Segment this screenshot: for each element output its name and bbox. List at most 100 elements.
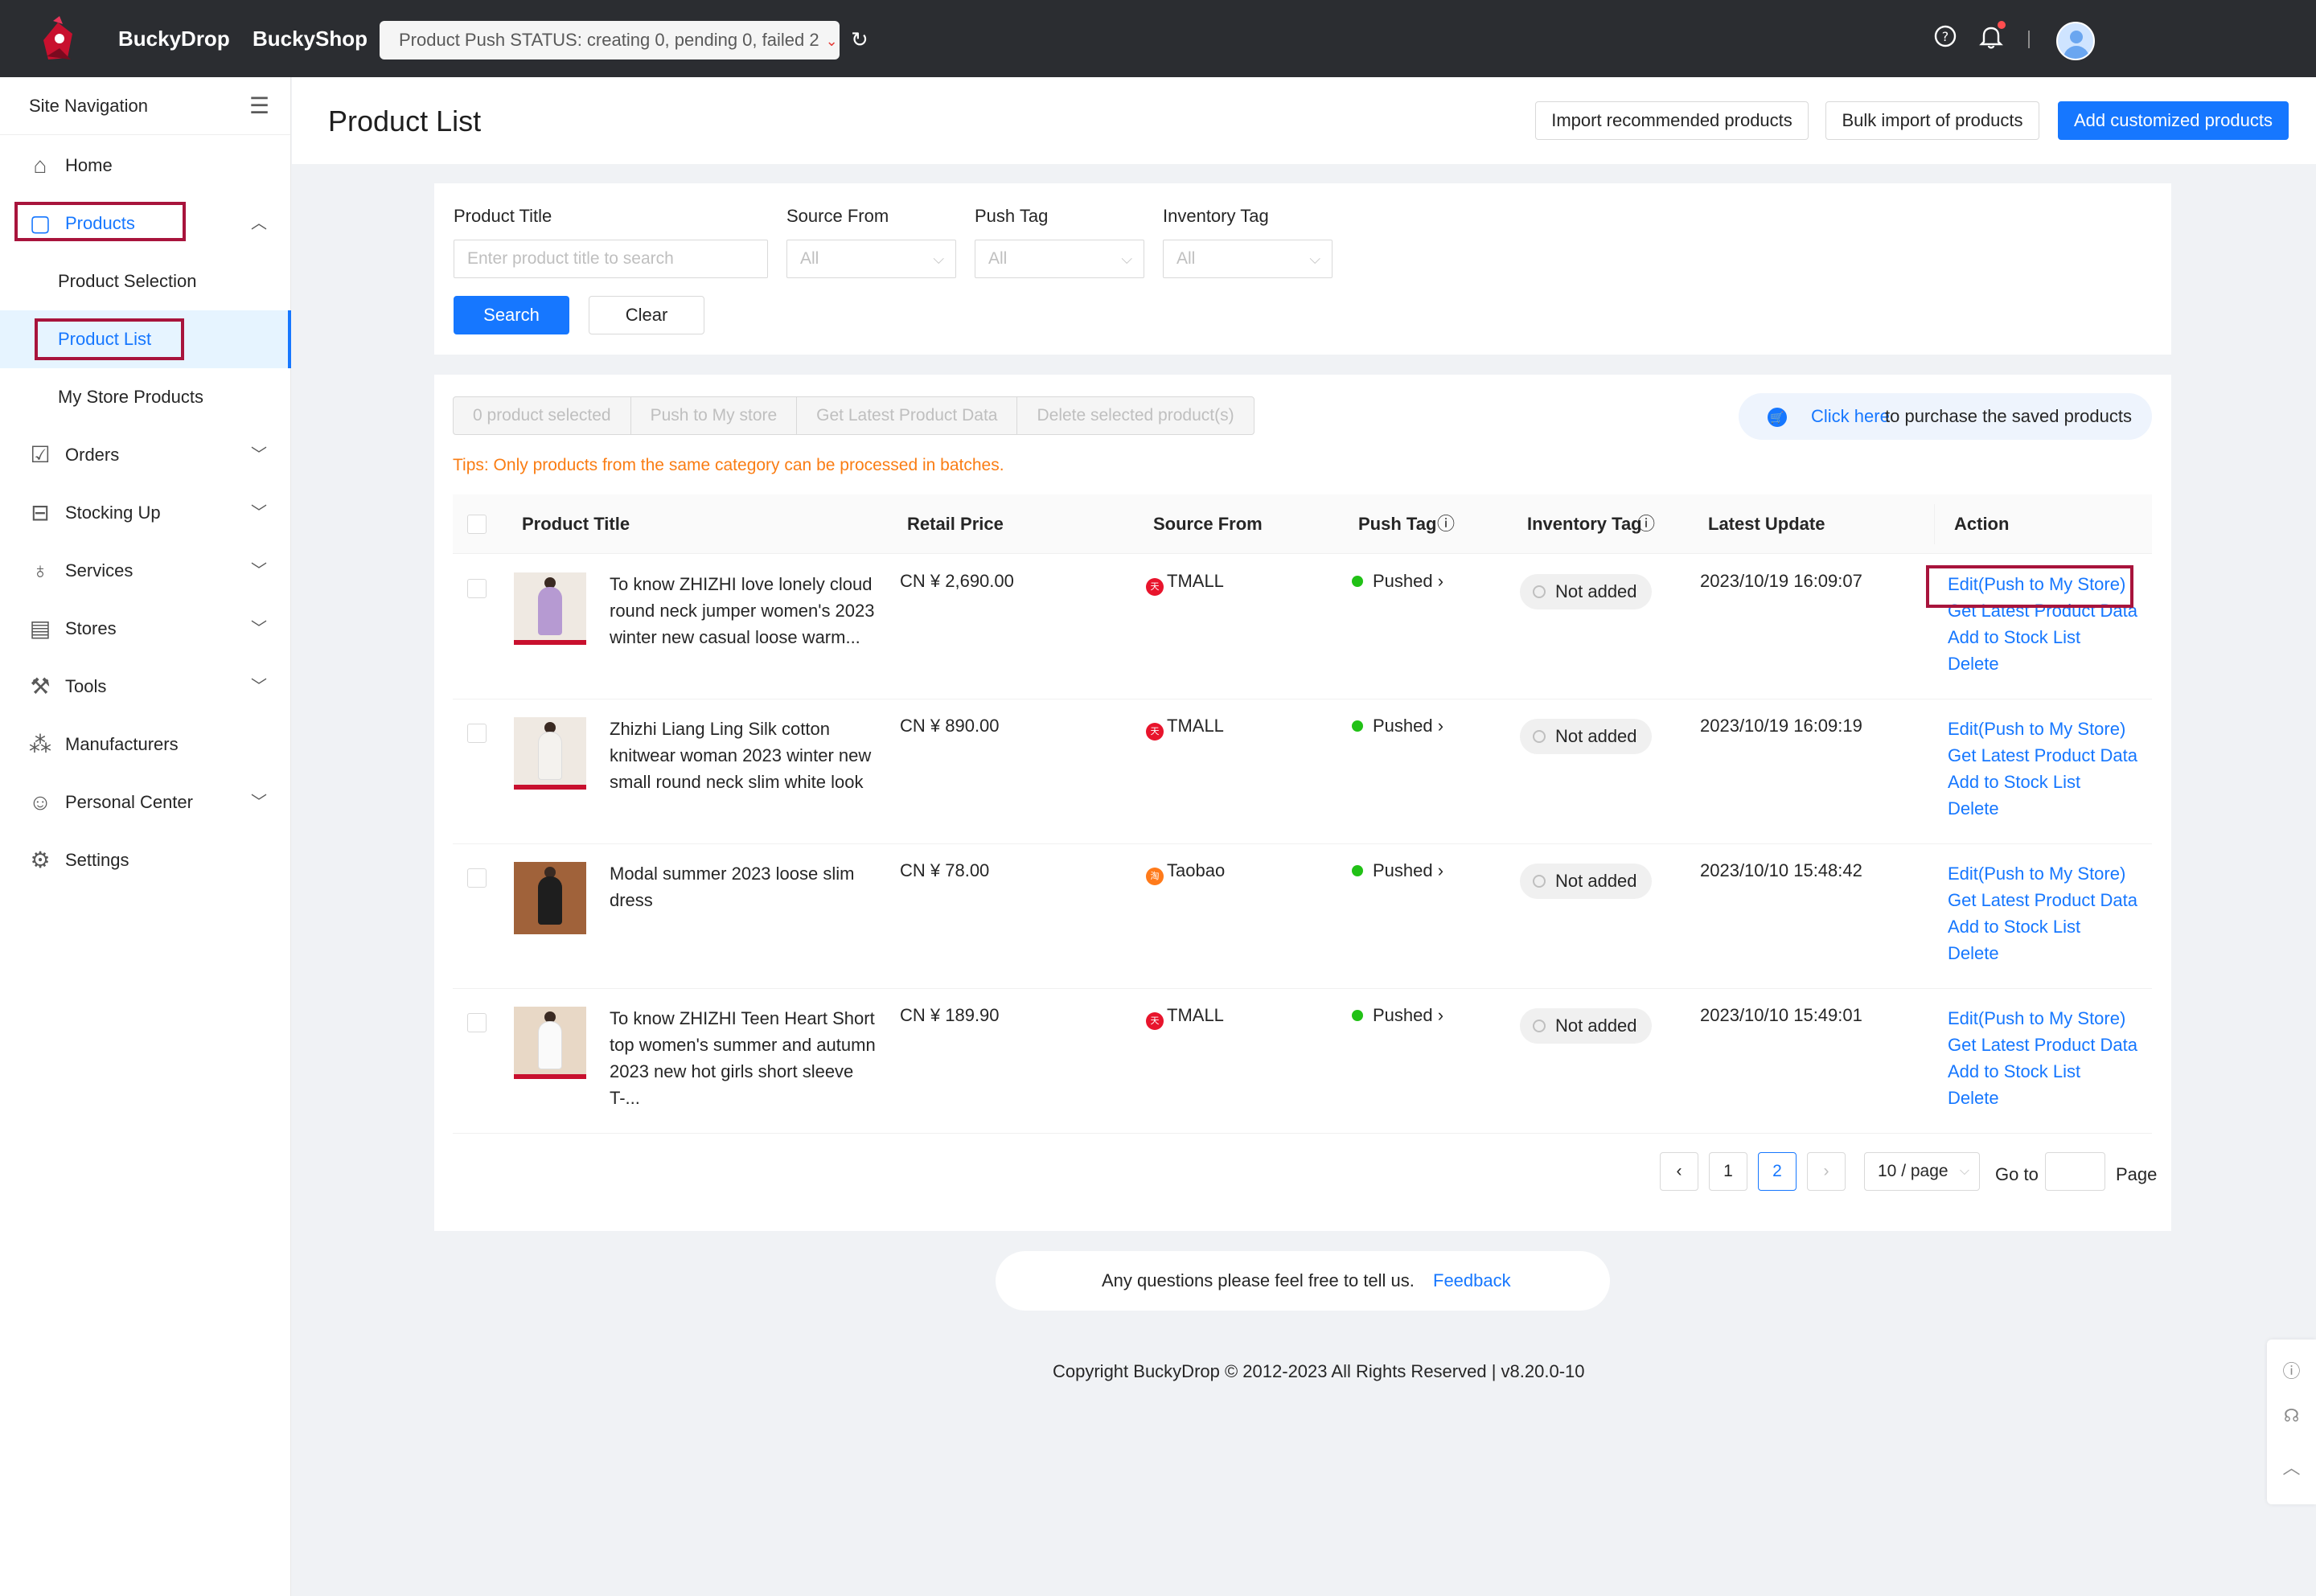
next-page-button[interactable]: › [1807, 1152, 1846, 1191]
brand-buckydrop[interactable]: BuckyDrop [118, 27, 230, 51]
edit-push-link[interactable]: Edit(Push to My Store) [1948, 571, 2137, 597]
product-thumbnail[interactable] [514, 572, 586, 645]
brand-buckyshop[interactable]: BuckyShop [253, 27, 368, 51]
sidebar-subitem-my-store-products[interactable]: My Store Products [0, 368, 291, 426]
help-icon[interactable]: ⓘ [2267, 1357, 2316, 1383]
inventory-tag: Not added [1520, 719, 1652, 754]
sidebar-item-tools[interactable]: ⚒ Tools ﹀ [0, 658, 291, 716]
push-tag[interactable]: Pushed › [1352, 860, 1443, 881]
push-tag[interactable]: Pushed › [1352, 571, 1443, 592]
add-to-stock-link[interactable]: Add to Stock List [1948, 1058, 2137, 1085]
push-status-dropdown[interactable]: Product Push STATUS: creating 0, pending… [380, 21, 840, 59]
topbar-divider [2028, 31, 2030, 48]
click-here-link[interactable]: Click here [1811, 393, 1890, 440]
back-to-top-icon[interactable]: ︿ [2267, 1454, 2316, 1479]
delete-selected-button[interactable]: Delete selected product(s) [1017, 397, 1253, 434]
product-thumbnail[interactable] [514, 1007, 586, 1079]
push-tag[interactable]: Pushed › [1352, 716, 1443, 736]
add-to-stock-link[interactable]: Add to Stock List [1948, 624, 2137, 650]
push-tag-label: Pushed [1373, 1005, 1433, 1025]
product-title[interactable]: To know ZHIZHI Teen Heart Short top wome… [610, 1005, 887, 1111]
sidebar-item-stores[interactable]: ▤ Stores ﹀ [0, 600, 291, 658]
get-latest-data-link[interactable]: Get Latest Product Data [1948, 742, 2137, 769]
prev-page-button[interactable]: ‹ [1660, 1152, 1698, 1191]
taobao-icon: 淘 [1146, 868, 1164, 885]
buckydrop-logo-icon[interactable] [35, 16, 80, 64]
import-recommended-button[interactable]: Import recommended products [1535, 101, 1809, 140]
push-to-store-button[interactable]: Push to My store [631, 397, 798, 434]
page-2-button[interactable]: 2 [1758, 1152, 1797, 1191]
sidebar-item-personal-center[interactable]: ☺ Personal Center ﹀ [0, 773, 291, 831]
bulk-import-button[interactable]: Bulk import of products [1825, 101, 2039, 140]
get-latest-data-link[interactable]: Get Latest Product Data [1948, 597, 2137, 624]
get-latest-data-button[interactable]: Get Latest Product Data [797, 397, 1018, 434]
inventory-tag-select[interactable]: All ⌵ [1163, 240, 1333, 278]
chevron-down-icon: ⌵ [1309, 251, 1320, 267]
edit-push-link[interactable]: Edit(Push to My Store) [1948, 716, 2137, 742]
product-title[interactable]: Zhizhi Liang Ling Silk cotton knitwear w… [610, 716, 887, 795]
chevron-right-icon: › [1437, 571, 1444, 591]
batch-actions-group: 0 product selected Push to My store Get … [453, 396, 1254, 435]
add-to-stock-link[interactable]: Add to Stock List [1948, 913, 2137, 940]
latest-update: 2023/10/19 16:09:19 [1700, 716, 1862, 736]
sidebar-item-label: Settings [65, 850, 129, 870]
delete-link[interactable]: Delete [1948, 940, 2137, 966]
sidebar-item-services[interactable]: ♁ Services ﹀ [0, 542, 291, 600]
feedback-bar: Any questions please feel free to tell u… [996, 1251, 1610, 1311]
goto-page-input[interactable] [2045, 1152, 2105, 1191]
user-avatar[interactable] [2056, 22, 2095, 60]
sidebar-item-products[interactable]: ▢ Products ︿ [0, 195, 291, 252]
get-latest-data-link[interactable]: Get Latest Product Data [1948, 1032, 2137, 1058]
row-checkbox[interactable] [467, 1013, 487, 1032]
help-icon[interactable]: ⓘ [1637, 494, 1655, 554]
page-size-select[interactable]: 10 / page ⌵ [1864, 1152, 1980, 1191]
sidebar-item-settings[interactable]: ⚙ Settings [0, 831, 291, 889]
sidebar-item-manufacturers[interactable]: ⁂ Manufacturers [0, 716, 291, 773]
sidebar-item-home[interactable]: ⌂ Home [0, 137, 291, 195]
edit-push-link[interactable]: Edit(Push to My Store) [1948, 1005, 2137, 1032]
product-title[interactable]: Modal summer 2023 loose slim dress [610, 860, 887, 913]
search-button[interactable]: Search [454, 296, 569, 334]
cart-icon: 🛒 [1768, 408, 1787, 427]
push-tag[interactable]: Pushed › [1352, 1005, 1443, 1026]
latest-update: 2023/10/10 15:48:42 [1700, 860, 1862, 880]
sidebar-item-orders[interactable]: ☑ Orders ﹀ [0, 426, 291, 484]
refresh-icon[interactable]: ↻ [851, 27, 868, 52]
help-icon[interactable]: ⓘ [1437, 494, 1455, 554]
status-dot-icon [1352, 1010, 1363, 1021]
sidebar-item-label: Orders [65, 445, 120, 465]
get-latest-data-link[interactable]: Get Latest Product Data [1948, 887, 2137, 913]
row-checkbox[interactable] [467, 868, 487, 888]
select-all-checkbox[interactable] [467, 515, 487, 534]
menu-collapse-icon[interactable]: ☰ [249, 77, 269, 135]
product-title-input[interactable]: Enter product title to search [454, 240, 768, 278]
product-thumbnail[interactable] [514, 717, 586, 790]
sidebar-subitem-product-list[interactable]: Product List [0, 310, 291, 368]
headset-icon[interactable]: ☊ [2267, 1405, 2316, 1426]
page-1-button[interactable]: 1 [1709, 1152, 1747, 1191]
product-title[interactable]: To know ZHIZHI love lonely cloud round n… [610, 571, 887, 650]
chevron-down-icon: ⌵ [1959, 1164, 1969, 1178]
chevron-up-icon: ︿ [251, 215, 267, 232]
goto-label: Go to [1995, 1164, 2039, 1184]
add-customized-button[interactable]: Add customized products [2058, 101, 2289, 140]
product-thumbnail[interactable] [514, 862, 586, 934]
help-icon[interactable]: ? [1933, 24, 1957, 48]
source-from: 天 TMALL [1146, 716, 1224, 741]
inbox-icon: ⊟ [31, 500, 50, 525]
feedback-link[interactable]: Feedback [1433, 1251, 1511, 1311]
delete-link[interactable]: Delete [1948, 795, 2137, 822]
inventory-tag-label: Not added [1555, 1015, 1637, 1036]
add-to-stock-link[interactable]: Add to Stock List [1948, 769, 2137, 795]
row-checkbox[interactable] [467, 724, 487, 743]
clear-button[interactable]: Clear [589, 296, 704, 334]
source-from-select[interactable]: All ⌵ [786, 240, 956, 278]
edit-push-link[interactable]: Edit(Push to My Store) [1948, 860, 2137, 887]
notification-badge [1998, 21, 2006, 29]
row-checkbox[interactable] [467, 579, 487, 598]
sidebar-subitem-product-selection[interactable]: Product Selection [0, 252, 291, 310]
delete-link[interactable]: Delete [1948, 1085, 2137, 1111]
delete-link[interactable]: Delete [1948, 650, 2137, 677]
sidebar-item-stocking-up[interactable]: ⊟ Stocking Up ﹀ [0, 484, 291, 542]
push-tag-select[interactable]: All ⌵ [975, 240, 1144, 278]
